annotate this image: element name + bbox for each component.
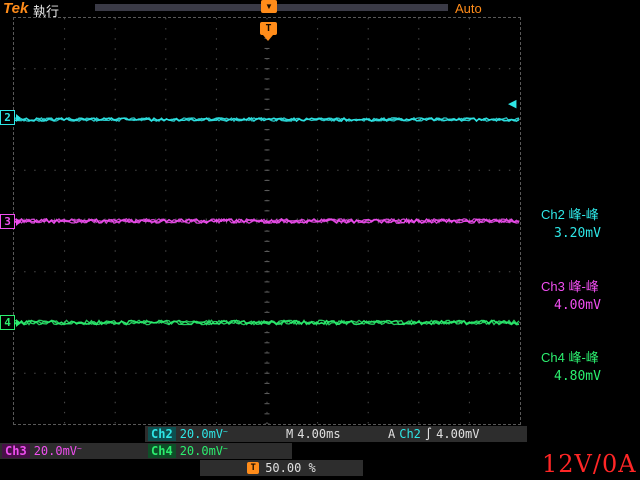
- ch3-scale-readout: Ch3 20.0mV~: [2, 443, 82, 459]
- trigger-level-value: 4.00mV: [436, 427, 479, 441]
- channel4-marker-arrow-icon: [16, 319, 21, 327]
- measurement-ch2: Ch2 峰-峰 3.20mV: [541, 204, 640, 241]
- ch2-coupling-icon: ~: [223, 427, 228, 436]
- measurement-label: Ch4 峰-峰: [541, 347, 640, 366]
- channel4-marker-label: 4: [4, 316, 11, 329]
- channel3-marker-arrow-icon: [16, 218, 21, 226]
- readout-bar-main: Ch2 20.0mV~ M 4.00ms A Ch2 ∫ 4.00mV: [145, 426, 527, 442]
- measurement-label: Ch3 峰-峰: [541, 276, 640, 295]
- timebase-prefix: M: [286, 427, 293, 441]
- readout-bar-ch34: Ch3 20.0mV~ Ch4 20.0mV~: [0, 443, 292, 459]
- ch4-tag: Ch4: [148, 444, 176, 458]
- measurement-ch4: Ch4 峰-峰 4.80mV: [541, 347, 640, 384]
- measurement-value: 3.20mV: [541, 226, 640, 241]
- channel2-marker-arrow-icon: [16, 114, 21, 122]
- ch4-scale-value: 20.0mV~: [180, 444, 228, 458]
- timebase-readout: M 4.00ms: [286, 426, 341, 442]
- ch2-scale-readout: Ch2 20.0mV~: [148, 426, 228, 442]
- trigger-slope-icon: ∫: [425, 427, 432, 441]
- trigger-position-marker: ▼: [261, 0, 277, 13]
- trigger-readout: A Ch2 ∫ 4.00mV: [388, 426, 480, 442]
- tek-logo: Tek: [3, 0, 28, 17]
- measurement-value: 4.00mV: [541, 298, 640, 313]
- channel3-marker-label: 3: [4, 215, 11, 228]
- measurement-label: Ch2 峰-峰: [541, 204, 640, 223]
- trigger-mode-label: Auto: [455, 1, 482, 16]
- trigger-position-readout: T 50.00 %: [200, 460, 363, 476]
- trigger-point-badge: T: [260, 22, 277, 35]
- ch2-scale-text: 20.0mV: [180, 427, 223, 441]
- waveform-plot: [14, 18, 520, 424]
- trigger-level-arrow-icon: ◀: [508, 97, 516, 110]
- trigger-position-icon: T: [247, 462, 259, 474]
- ch4-coupling-icon: ~: [223, 444, 228, 453]
- ch3-coupling-icon: ~: [77, 444, 82, 453]
- channel2-marker-label: 2: [4, 111, 11, 124]
- ch3-scale-value: 20.0mV~: [34, 444, 82, 458]
- timebase-value: 4.00ms: [297, 427, 340, 441]
- measurement-value: 4.80mV: [541, 369, 640, 384]
- trigger-position-value: 50.00 %: [265, 461, 316, 475]
- ch4-scale-text: 20.0mV: [180, 444, 223, 458]
- down-arrow-icon: ▼: [265, 2, 273, 11]
- ch2-tag: Ch2: [148, 427, 176, 441]
- ch3-scale-text: 20.0mV: [34, 444, 77, 458]
- channel4-marker: 4: [0, 315, 15, 330]
- graticule: [13, 17, 521, 425]
- oscilloscope-display: Tek 執行 ▼ Auto T 2 3 4 ◀ Ch2 峰-峰 3.20mV C…: [0, 0, 640, 480]
- ch3-tag: Ch3: [2, 444, 30, 458]
- output-status: 12V/0A: [542, 450, 637, 478]
- channel2-marker: 2: [0, 110, 15, 125]
- ch4-scale-readout: Ch4 20.0mV~: [148, 443, 228, 459]
- trigger-source: Ch2: [399, 427, 421, 441]
- channel3-marker: 3: [0, 214, 15, 229]
- trigger-prefix: A: [388, 427, 395, 441]
- ch2-scale-value: 20.0mV~: [180, 427, 228, 441]
- measurement-ch3: Ch3 峰-峰 4.00mV: [541, 276, 640, 313]
- trigger-point-arrow-icon: [263, 35, 273, 41]
